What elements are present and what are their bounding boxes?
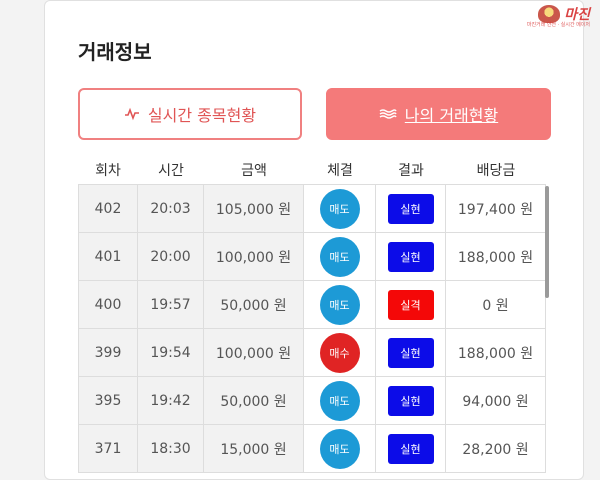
time-cell: 20:00 xyxy=(138,233,204,280)
table-row: 401 20:00 100,000 원 매도 실현 188,000 원 xyxy=(78,233,546,281)
col-time: 시간 xyxy=(158,163,184,179)
amount-cell: 50,000 원 xyxy=(204,281,304,328)
table-row: 402 20:03 105,000 원 매도 실현 197,400 원 xyxy=(78,185,546,233)
amount-cell: 15,000 원 xyxy=(204,425,304,472)
round-cell: 402 xyxy=(78,185,138,232)
trade-table[interactable]: 402 20:03 105,000 원 매도 실현 197,400 원 401 … xyxy=(78,184,546,473)
col-payout: 배당금 xyxy=(476,163,516,179)
col-result: 결과 xyxy=(398,163,424,179)
result-badge: 실격 xyxy=(387,289,434,320)
table-row: 371 18:30 15,000 원 매도 실현 28,200 원 xyxy=(78,425,546,473)
trade-badge: 매도 xyxy=(319,188,360,229)
trade-badge: 매수 xyxy=(319,332,360,373)
trade-badge: 매도 xyxy=(319,284,360,325)
payout-cell: 0 원 xyxy=(446,281,546,328)
my-trades-label: 나의 거래현황 xyxy=(404,106,499,125)
payout-cell: 197,400 원 xyxy=(446,185,546,232)
live-status-button[interactable]: 실시간 종목현황 xyxy=(78,88,302,140)
trade-badge: 매도 xyxy=(319,236,360,277)
site-watermark: 마진 마진거래 안전 · 실시간 메이저 xyxy=(527,2,590,28)
watermark-subtext: 마진거래 안전 · 실시간 메이저 xyxy=(526,22,590,28)
table-row: 395 19:42 50,000 원 매도 실현 94,000 원 xyxy=(78,377,546,425)
table-header: 회차 시간 금액 체결 결과 배당금 xyxy=(78,160,548,184)
payout-cell: 94,000 원 xyxy=(446,377,546,424)
waves-icon xyxy=(379,108,397,120)
result-badge: 실현 xyxy=(387,433,434,464)
amount-cell: 100,000 원 xyxy=(204,233,304,280)
payout-cell: 28,200 원 xyxy=(446,425,546,472)
col-round: 회차 xyxy=(95,163,121,179)
my-trades-button[interactable]: 나의 거래현황 xyxy=(326,88,551,140)
amount-cell: 100,000 원 xyxy=(204,329,304,376)
result-badge: 실현 xyxy=(387,241,434,272)
time-cell: 20:03 xyxy=(138,185,204,232)
round-cell: 401 xyxy=(78,233,138,280)
round-cell: 400 xyxy=(78,281,138,328)
payout-cell: 188,000 원 xyxy=(446,233,546,280)
trade-badge: 매도 xyxy=(319,428,360,469)
time-cell: 18:30 xyxy=(138,425,204,472)
amount-cell: 105,000 원 xyxy=(204,185,304,232)
round-cell: 399 xyxy=(78,329,138,376)
result-badge: 실현 xyxy=(387,337,434,368)
payout-cell: 188,000 원 xyxy=(446,329,546,376)
col-amount: 금액 xyxy=(241,163,267,179)
amount-cell: 50,000 원 xyxy=(204,377,304,424)
table-row: 400 19:57 50,000 원 매도 실격 0 원 xyxy=(78,281,546,329)
time-cell: 19:57 xyxy=(138,281,204,328)
live-status-label: 실시간 종목현황 xyxy=(147,106,257,125)
col-trade: 체결 xyxy=(327,163,353,179)
time-cell: 19:54 xyxy=(138,329,204,376)
time-cell: 19:42 xyxy=(138,377,204,424)
result-badge: 실현 xyxy=(387,385,434,416)
result-badge: 실현 xyxy=(387,193,434,224)
table-row: 399 19:54 100,000 원 매수 실현 188,000 원 xyxy=(78,329,546,377)
round-cell: 371 xyxy=(78,425,138,472)
pulse-icon xyxy=(124,107,140,121)
round-cell: 395 xyxy=(78,377,138,424)
trade-badge: 매도 xyxy=(319,380,360,421)
page-title: 거래정보 xyxy=(78,40,152,64)
table-scrollbar[interactable] xyxy=(545,186,549,298)
